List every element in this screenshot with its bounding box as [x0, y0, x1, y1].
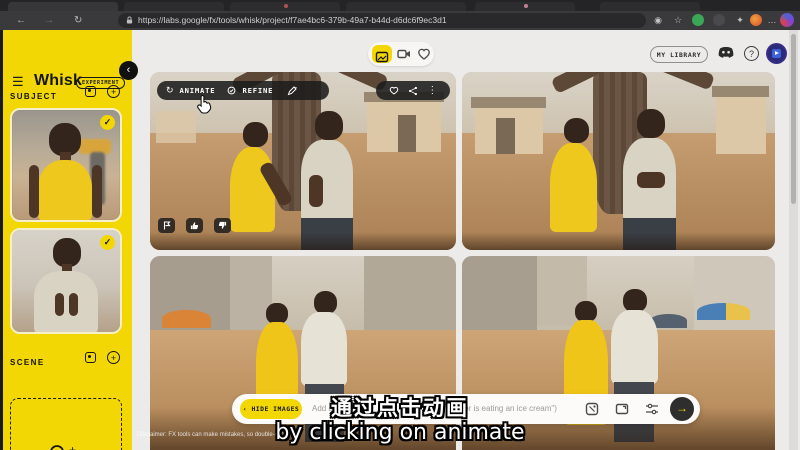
browser-tab[interactable]: [346, 2, 466, 11]
url-field[interactable]: https://labs.google/fx/tools/whisk/proje…: [118, 13, 646, 28]
subject-woman-arm: [92, 165, 102, 218]
help-icon[interactable]: ?: [744, 46, 759, 61]
subject-man-hand: [55, 293, 64, 315]
favorite-star-icon[interactable]: ☆: [670, 12, 686, 28]
browser-tab[interactable]: [8, 2, 118, 11]
disclaimer-text: Disclaimer: FX tools can make mistakes, …: [137, 432, 295, 438]
mode-switcher: [368, 42, 434, 66]
browser-tab-strip: [0, 0, 800, 11]
extension-icon-orange[interactable]: [750, 14, 762, 26]
share-icon[interactable]: [408, 86, 418, 96]
browser-tab[interactable]: [600, 2, 700, 11]
video-mode-icon[interactable]: [396, 46, 412, 62]
sidebar: ☰ Whisk EXPERIMENT SUBJECT + ✓: [0, 30, 132, 450]
extension-star-icon[interactable]: ✦: [732, 12, 748, 28]
subtitle-english: by clicking on animate: [275, 420, 524, 445]
browser-back-icon[interactable]: ←: [16, 11, 26, 30]
main-content: MY LIBRARY ?: [132, 30, 800, 450]
discord-icon[interactable]: [717, 45, 735, 59]
aspect-ratio-icon[interactable]: [614, 401, 630, 417]
flag-button[interactable]: [158, 218, 175, 233]
browser-forward-icon[interactable]: →: [44, 11, 54, 30]
scrollbar-thumb[interactable]: [791, 34, 796, 204]
subject-man-shirt: [34, 271, 99, 334]
selected-check-icon[interactable]: ✓: [100, 235, 115, 250]
browser-profile-avatar[interactable]: [780, 13, 794, 27]
subject-woman-yellow-top: [38, 160, 92, 222]
images-mode-selected[interactable]: [372, 45, 392, 63]
browser-reload-icon[interactable]: ↻: [74, 11, 82, 30]
extension-icon-dark[interactable]: [713, 14, 725, 26]
lock-icon: [126, 16, 133, 24]
sidebar-collapse-button[interactable]: ‹: [119, 61, 138, 80]
scene-plus-icon: +: [69, 443, 76, 450]
reading-mode-icon[interactable]: ◉: [650, 12, 666, 28]
subject-card-man[interactable]: ✓: [10, 228, 122, 334]
extension-icon-green[interactable]: [692, 14, 704, 26]
generated-image-2[interactable]: [462, 72, 775, 250]
favorite-heart-icon[interactable]: [389, 86, 399, 95]
scene-shuffle-icon[interactable]: [85, 352, 96, 363]
favorites-heart-icon[interactable]: [416, 46, 432, 62]
settings-sliders-icon[interactable]: [644, 401, 660, 417]
subject-add-icon[interactable]: +: [107, 85, 120, 98]
generated-image-1[interactable]: ↻ ANIMATE REFINE: [150, 72, 456, 250]
edit-prompt-icon[interactable]: [287, 86, 297, 96]
generate-submit-button[interactable]: →: [670, 397, 694, 421]
subject-man-head: [53, 238, 81, 267]
browser-tab[interactable]: [124, 2, 224, 11]
image-mode-icon: [374, 49, 390, 65]
subtitle-chinese: 通过点击动画: [331, 392, 469, 422]
subject-section-label: SUBJECT: [10, 92, 57, 101]
subject-woman-arm: [29, 165, 39, 218]
animate-spin-icon: ↻: [166, 85, 174, 96]
selected-check-icon[interactable]: ✓: [100, 115, 115, 130]
tab-favicon: [284, 4, 288, 8]
subject-card-woman[interactable]: ✓: [10, 108, 122, 222]
thumbs-up-button[interactable]: [186, 218, 203, 233]
hide-images-button[interactable]: ‹ HIDE IMAGES: [240, 399, 302, 419]
scene-section-label: SCENE: [10, 358, 45, 367]
image-action-toolbar: ↻ ANIMATE REFINE: [157, 81, 329, 100]
scene-drop-zone[interactable]: +: [10, 398, 122, 450]
tab-favicon: [524, 4, 528, 8]
my-library-button[interactable]: MY LIBRARY: [650, 46, 708, 63]
more-options-icon[interactable]: ⋮: [427, 85, 437, 96]
hand-cursor-icon: [196, 94, 213, 114]
browser-menu-icon[interactable]: …: [764, 12, 780, 28]
inspire-dice-icon[interactable]: [584, 401, 600, 417]
window-left-edge: [0, 30, 3, 450]
subject-shuffle-icon[interactable]: [85, 86, 96, 97]
refine-button[interactable]: REFINE: [242, 86, 273, 95]
user-avatar[interactable]: [766, 43, 787, 64]
refine-icon: [227, 86, 236, 95]
scene-add-icon[interactable]: +: [107, 351, 120, 364]
whisk-app-window: ← → ↻ https://labs.google/fx/tools/whisk…: [0, 0, 800, 450]
location-pin-icon: [49, 445, 65, 450]
image-social-toolbar: ⋮: [376, 81, 450, 100]
subject-man-hand: [69, 293, 78, 315]
thumbs-down-button[interactable]: [214, 218, 231, 233]
